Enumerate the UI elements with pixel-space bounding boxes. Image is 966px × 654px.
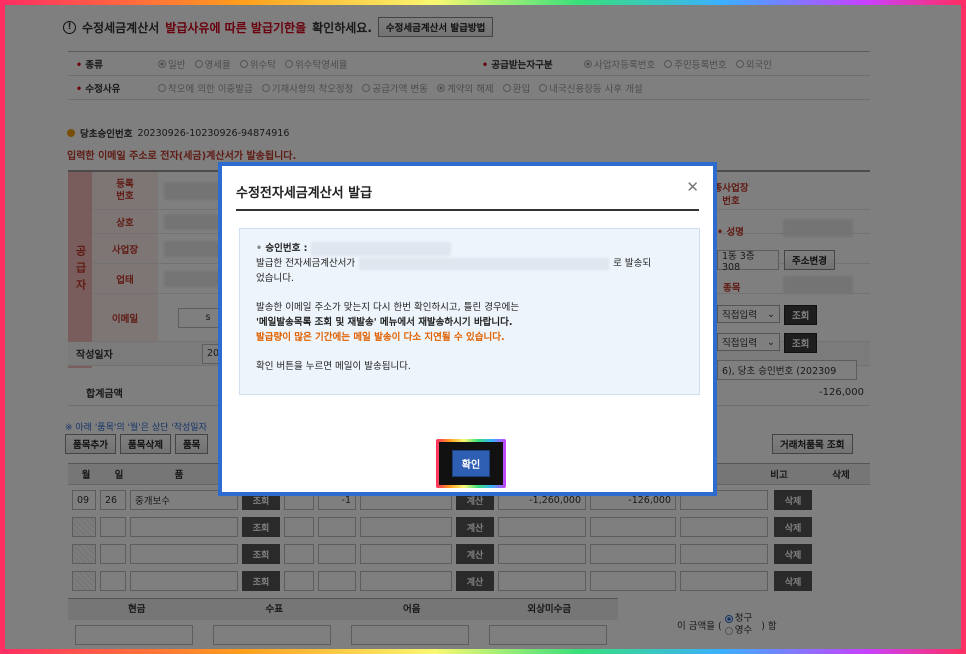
modal-line-4: '메일발송목록 조회 및 재발송' 메뉴에서 재발송하시기 바랍니다.	[256, 317, 513, 328]
modal-email-masked	[359, 257, 610, 270]
confirm-highlight: 확인	[436, 439, 506, 488]
modal-line-2: 었습니다.	[256, 273, 294, 284]
close-icon[interactable]: ✕	[686, 178, 699, 196]
modal-title: 수정전자세금계산서 발급	[236, 186, 373, 201]
modal-approval-label: 승인번호 :	[256, 241, 307, 256]
tax-invoice-page: ! 수정세금계산서 발급사유에 따른 발급기한을 확인하세요. 수정세금계산서 …	[5, 5, 961, 649]
modal-divider	[236, 209, 699, 211]
modal-warning-line: 발급량이 많은 기간에는 메일 발송이 다소 지연될 수 있습니다.	[256, 332, 505, 343]
modal-approval-line: 승인번호 :	[256, 241, 681, 256]
modal-approval-value	[311, 241, 452, 256]
modal-line-6: 확인 버튼을 누르면 메일이 발송됩니다.	[256, 361, 411, 372]
modal-message-box: 승인번호 : 발급한 전자세금계산서가 로 발송되 었습니다. 발송한 이메일 …	[239, 228, 700, 395]
confirm-button[interactable]: 확인	[451, 450, 491, 477]
issue-modal: 수정전자세금계산서 발급 ✕ 승인번호 : 발급한 전자세금계산서가 로 발송되…	[218, 162, 717, 496]
modal-line-3: 발송한 이메일 주소가 맞는지 다시 한번 확인하시고, 틀린 경우에는	[256, 302, 520, 313]
modal-line-1: 발급한 전자세금계산서가 로 발송되	[256, 257, 652, 270]
